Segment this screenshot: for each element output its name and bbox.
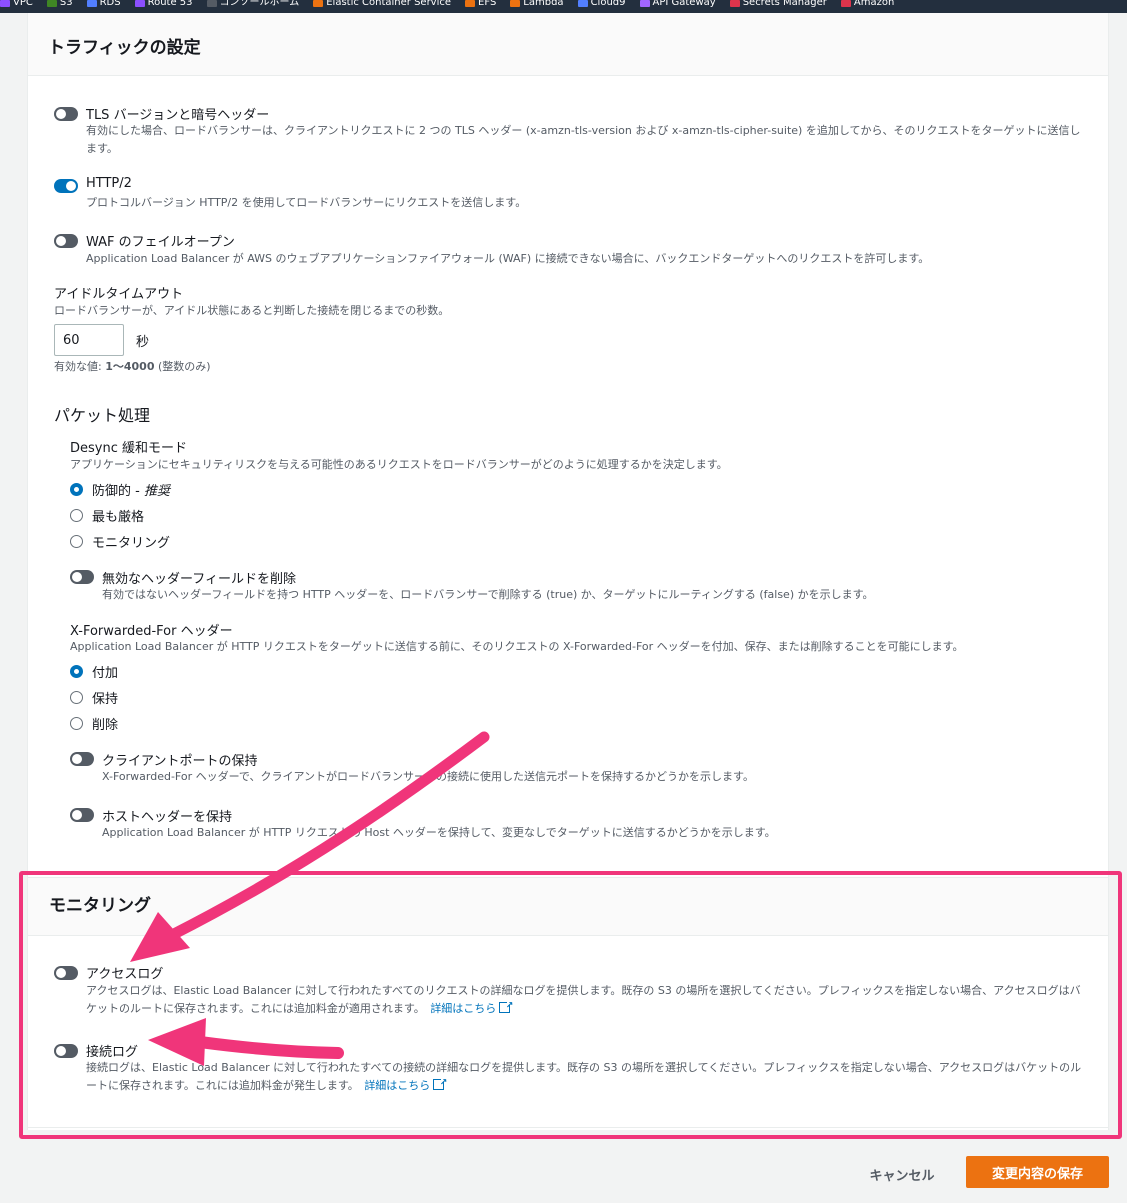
client-port-label: クライアントポートの保持 (102, 754, 258, 769)
bookmark-item[interactable]: Elastic Container Service (313, 0, 451, 13)
bookmark-label: Secrets Manager (742, 0, 827, 8)
bookmark-favicon-icon (46, 0, 57, 7)
drop-invalid-headers-label: 無効なヘッダーフィールドを削除 (102, 572, 296, 587)
bookmark-favicon-icon (465, 0, 476, 7)
idle-timeout-desc: ロードバランサーが、アイドル状態にあると判断した接続を閉じるまでの秒数。 (54, 304, 450, 317)
bookmark-favicon-icon (577, 0, 588, 7)
waf-fail-open-desc: Application Load Balancer が AWS のウェブアプリケ… (86, 252, 930, 265)
xff-option-remove-label[interactable]: 削除 (92, 714, 118, 733)
tls-headers-toggle[interactable] (54, 107, 78, 121)
traffic-settings-header: トラフィックの設定 (28, 13, 1108, 76)
idle-timeout-hint-suffix: (整数のみ) (154, 360, 211, 373)
host-header-desc: Application Load Balancer が HTTP リクエストの … (102, 826, 776, 839)
tls-headers-desc: 有効にした場合、ロードバランサーは、クライアントリクエストに 2 つの TLS … (86, 124, 1081, 155)
bookmark-item[interactable]: Secrets Manager (729, 0, 827, 13)
desync-option-defensive-radio[interactable] (70, 483, 83, 496)
save-changes-button[interactable]: 変更内容の保存 (966, 1156, 1109, 1188)
xff-option-remove-radio[interactable] (70, 717, 83, 730)
host-header-label: ホストヘッダーを保持 (102, 810, 233, 825)
xff-option-append-label[interactable]: 付加 (92, 662, 118, 681)
bookmark-favicon-icon (313, 0, 324, 7)
xff-option-append-radio[interactable] (70, 665, 83, 678)
drop-invalid-headers-desc: 有効ではないヘッダーフィールドを持つ HTTP ヘッダーを、ロードバランサーで削… (102, 588, 874, 601)
http2-toggle[interactable] (54, 179, 78, 193)
desync-option-defensive-label[interactable]: 防御的 - 推奨 (92, 480, 170, 499)
waf-fail-open-label: WAF のフェイルオープン (86, 235, 235, 250)
bookmark-label: Elastic Container Service (326, 0, 452, 8)
idle-timeout-input[interactable] (54, 324, 124, 356)
desync-option-monitor-radio[interactable] (70, 535, 83, 548)
bookmark-label: S3 (59, 0, 73, 8)
desync-option-strictest-radio[interactable] (70, 509, 83, 522)
bookmark-label: VPC (13, 0, 33, 8)
bookmark-favicon-icon (86, 0, 97, 7)
xff-header-desc: Application Load Balancer が HTTP リクエストをタ… (70, 640, 964, 653)
bookmark-label: コンソールホーム (219, 0, 300, 8)
cancel-button[interactable]: キャンセル (858, 1160, 946, 1188)
xff-option-preserve-label[interactable]: 保持 (92, 688, 118, 707)
bookmark-label: Route 53 (147, 0, 193, 8)
bookmark-label: EFS (478, 0, 497, 8)
bookmark-label: Cloud9 (590, 0, 626, 8)
bookmark-label: Lambda (523, 0, 564, 8)
bookmark-item[interactable]: Lambda (510, 0, 564, 13)
bookmark-favicon-icon (134, 0, 145, 7)
bookmark-item[interactable]: コンソールホーム (206, 0, 300, 13)
xff-option-preserve-radio[interactable] (70, 691, 83, 704)
desync-mode-desc: アプリケーションにセキュリティリスクを与える可能性のあるリクエストをロードバラン… (70, 458, 728, 471)
desync-mode-label: Desync 緩和モード (70, 441, 187, 456)
bookmark-label: Amazon (853, 0, 895, 8)
bookmark-favicon-icon (206, 0, 217, 7)
http2-label: HTTP/2 (86, 176, 132, 191)
recommended-tag: 推奨 (143, 484, 170, 499)
desync-option-monitor-label[interactable]: モニタリング (92, 532, 170, 551)
bookmark-favicon-icon (840, 0, 851, 7)
idle-timeout-unit: 秒 (136, 335, 150, 350)
host-header-toggle[interactable] (70, 808, 94, 822)
bookmark-label: RDS (99, 0, 121, 8)
waf-fail-open-toggle[interactable] (54, 234, 78, 248)
bookmark-favicon-icon (0, 0, 10, 7)
bookmark-favicon-icon (639, 0, 650, 7)
desync-option-strictest-label[interactable]: 最も厳格 (92, 506, 144, 525)
client-port-desc: X-Forwarded-For ヘッダーで、クライアントがロードバランサーへの接… (102, 770, 754, 783)
bookmark-item[interactable]: API Gateway (639, 0, 716, 13)
bookmark-favicon-icon (729, 0, 740, 7)
bookmark-item[interactable]: Route 53 (134, 0, 193, 13)
idle-timeout-label: アイドルタイムアウト (54, 287, 184, 302)
bookmark-favicon-icon (510, 0, 521, 7)
bookmark-item[interactable]: S3 (46, 0, 73, 13)
bookmark-item[interactable]: Amazon (840, 0, 895, 13)
xff-header-label: X-Forwarded-For ヘッダー (70, 624, 233, 639)
bookmark-item[interactable]: VPC (0, 0, 33, 13)
idle-timeout-hint-prefix: 有効な値: (54, 360, 106, 373)
desync-option-defensive-text: 防御的 - (92, 484, 144, 499)
drop-invalid-headers-toggle[interactable] (70, 570, 94, 584)
idle-timeout-hint-range: 1〜4000 (105, 360, 155, 373)
bookmark-label: API Gateway (652, 0, 716, 8)
client-port-toggle[interactable] (70, 752, 94, 766)
packet-handling-title: パケット処理 (54, 406, 151, 425)
traffic-settings-title: トラフィックの設定 (48, 38, 201, 58)
idle-timeout-hint: 有効な値: 1〜4000 (整数のみ) (54, 358, 211, 376)
highlight-frame (19, 871, 1122, 1139)
bookmark-item[interactable]: Cloud9 (577, 0, 626, 13)
bookmark-item[interactable]: EFS (465, 0, 496, 13)
bookmark-item[interactable]: RDS (86, 0, 121, 13)
tls-headers-label: TLS バージョンと暗号ヘッダー (86, 108, 270, 123)
http2-desc: プロトコルバージョン HTTP/2 を使用してロードバランサーにリクエストを送信… (86, 196, 527, 209)
bookmarks-bar: VPC S3 RDS Route 53 コンソールホーム Elastic Containe… (0, 0, 1127, 13)
